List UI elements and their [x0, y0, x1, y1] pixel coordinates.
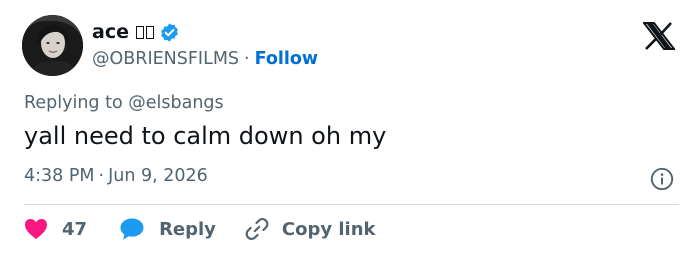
follow-button[interactable]: Follow — [255, 49, 318, 69]
separator-dot: · — [244, 49, 250, 69]
divider — [24, 204, 679, 205]
display-name[interactable]: ace — [92, 21, 129, 43]
tweet-time: 4:38 PM — [24, 166, 95, 186]
copy-link-label: Copy link — [281, 218, 376, 240]
handle-row: @OBRIENSFILMS · Follow — [92, 49, 318, 69]
timestamp[interactable]: 4:38 PM · Jun 9, 2026 — [24, 166, 208, 186]
copy-link-button[interactable]: Copy link — [244, 216, 376, 242]
like-count: 47 — [62, 218, 88, 240]
replying-to-line: Replying to @elsbangs — [24, 93, 224, 113]
x-logo-icon[interactable] — [643, 22, 675, 50]
speech-bubble-icon — [120, 218, 144, 240]
link-icon — [245, 218, 269, 240]
heart-icon — [25, 219, 47, 239]
reply-label: Reply — [159, 218, 216, 240]
author-handle[interactable]: @OBRIENSFILMS — [92, 49, 239, 69]
emoji-glyph — [145, 25, 154, 39]
replying-to-handle[interactable]: @elsbangs — [128, 93, 223, 113]
author-name-row: ace — [92, 20, 180, 44]
reply-button[interactable]: Reply — [119, 217, 216, 241]
avatar[interactable] — [22, 15, 83, 76]
like-button[interactable]: 47 — [24, 218, 87, 240]
tweet-date: Jun 9, 2026 — [108, 166, 208, 186]
action-bar: 47 Reply Copy link — [24, 215, 376, 243]
info-icon[interactable] — [650, 167, 674, 191]
tweet-text: yall need to calm down oh my — [24, 122, 387, 150]
emoji-glyph — [135, 25, 144, 39]
separator-dot: · — [98, 166, 105, 186]
replying-to-label: Replying to — [24, 93, 123, 113]
tweet-card: ace @OBRIENSFILMS · Follow Replying to @el… — [0, 0, 700, 256]
verified-badge-icon — [159, 22, 180, 43]
